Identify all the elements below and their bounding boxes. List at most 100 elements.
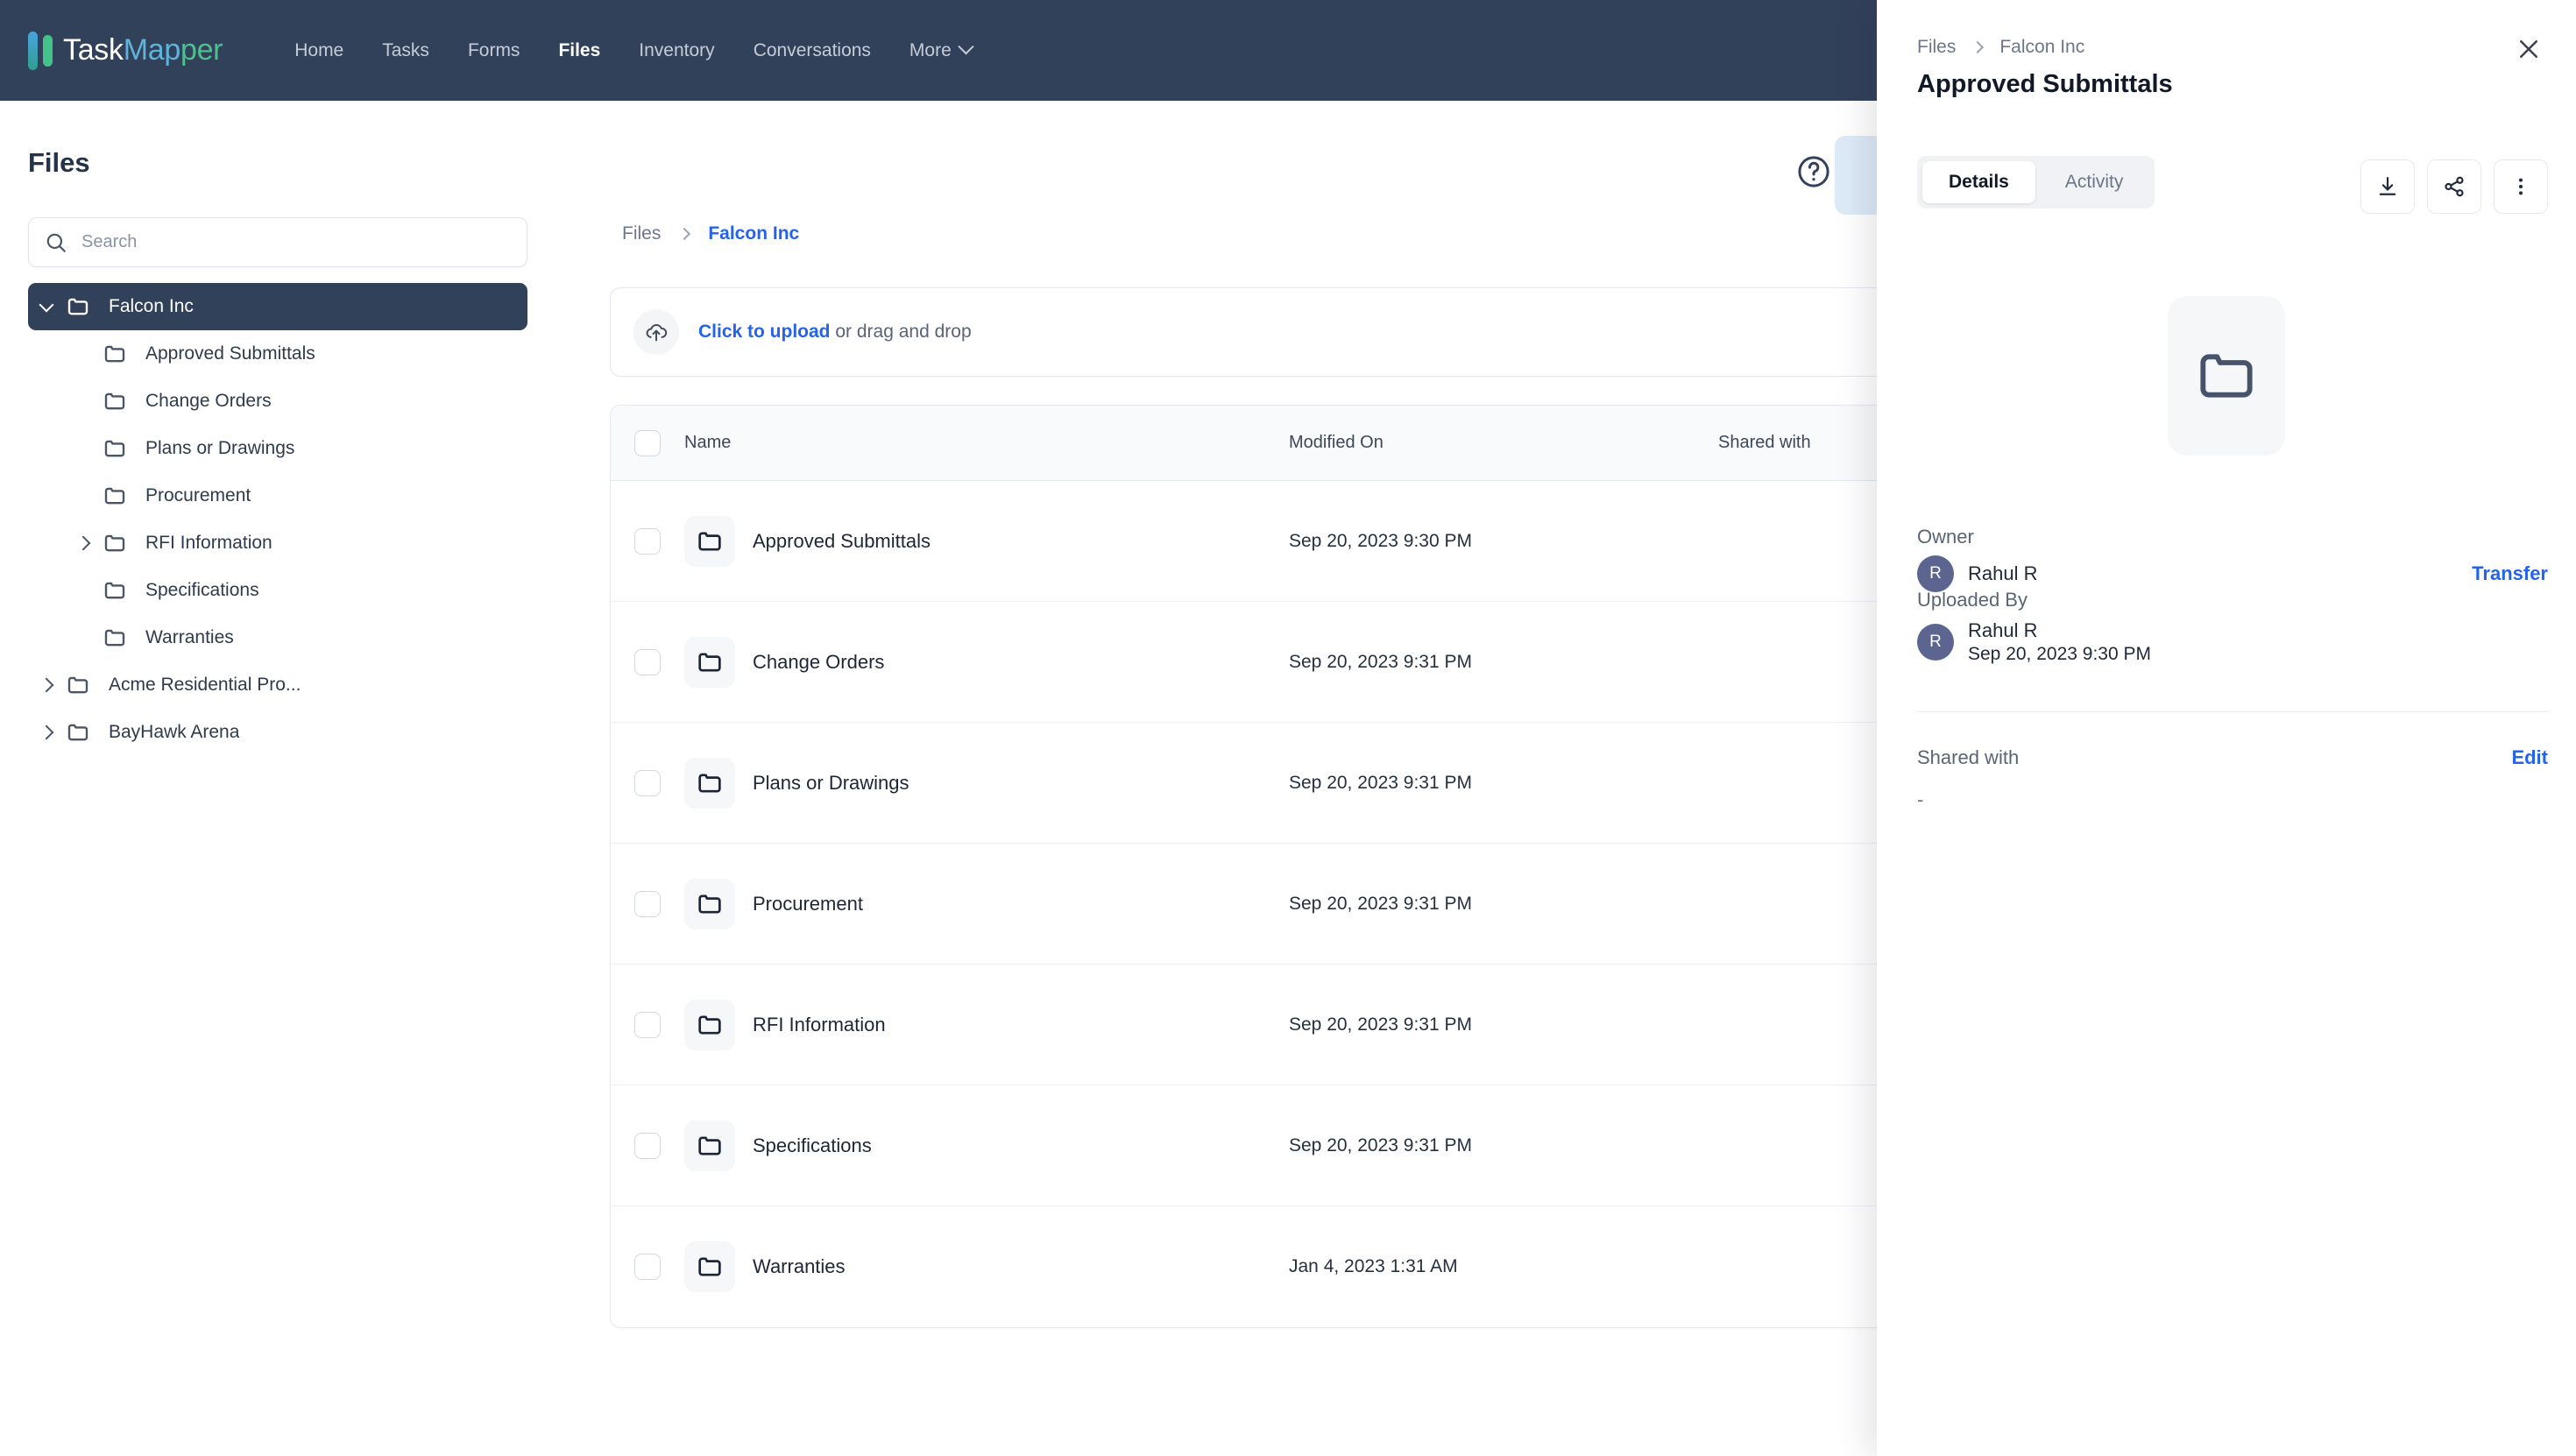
- tree-caret-slot[interactable]: [65, 535, 102, 551]
- help-icon[interactable]: [1795, 153, 1832, 190]
- select-all-cell: [611, 429, 684, 456]
- panel-tabs: Details Activity: [1917, 156, 2155, 209]
- row-checkbox[interactable]: [634, 1011, 661, 1038]
- breadcrumb-root[interactable]: Files: [622, 223, 661, 244]
- panel-breadcrumb-root[interactable]: Files: [1917, 37, 1956, 58]
- transfer-ownership-link[interactable]: Transfer: [2472, 562, 2548, 585]
- search-box[interactable]: [28, 217, 527, 267]
- select-all-checkbox[interactable]: [634, 429, 661, 456]
- folder-icon: [102, 341, 131, 367]
- chevron-right-icon: [1971, 40, 1985, 54]
- tree-item-falcon-inc[interactable]: Falcon Inc: [28, 283, 527, 330]
- row-select-cell: [611, 1254, 684, 1280]
- nav-item-label: Conversations: [753, 39, 871, 60]
- folder-icon: [65, 719, 95, 746]
- logo-text-map: Map: [123, 33, 181, 67]
- panel-breadcrumb: Files Falcon Inc: [1917, 37, 2084, 58]
- share-icon: [2445, 176, 2464, 197]
- tree-item-procurement[interactable]: Procurement: [28, 472, 527, 519]
- row-name-cell: Warranties: [684, 1241, 1289, 1292]
- chevron-right-icon: [75, 535, 91, 551]
- nav-item-label: More: [909, 39, 952, 60]
- share-button[interactable]: [2427, 159, 2481, 214]
- tree-item-bayhawk-arena[interactable]: BayHawk Arena: [28, 709, 527, 756]
- uploaded-by-name: Rahul R: [1968, 619, 2038, 641]
- nav-item-home[interactable]: Home: [275, 40, 363, 61]
- tree-item-acme-residential[interactable]: Acme Residential Pro...: [28, 661, 527, 709]
- download-icon: [2379, 176, 2396, 195]
- panel-breadcrumb-current[interactable]: Falcon Inc: [1999, 37, 2084, 58]
- nav-item-label: Forms: [467, 39, 520, 60]
- tree-item-change-orders[interactable]: Change Orders: [28, 378, 527, 425]
- tab-details[interactable]: Details: [1922, 161, 2035, 203]
- folder-icon: [684, 1241, 735, 1292]
- breadcrumb-current[interactable]: Falcon Inc: [708, 223, 799, 244]
- nav-item-label: Home: [294, 39, 344, 60]
- tree-item-approved-submittals[interactable]: Approved Submittals: [28, 330, 527, 378]
- chevron-right-icon: [39, 724, 54, 740]
- tree-item-rfi-information[interactable]: RFI Information: [28, 519, 527, 567]
- chevron-down-icon: [958, 39, 974, 55]
- row-checkbox[interactable]: [634, 769, 661, 796]
- row-modified-on: Jan 4, 2023 1:31 AM: [1289, 1256, 1458, 1276]
- panel-title: Approved Submittals: [1917, 70, 2173, 98]
- folder-icon: [684, 999, 735, 1050]
- tab-activity[interactable]: Activity: [2039, 161, 2150, 203]
- tree-item-plans-or-drawings[interactable]: Plans or Drawings: [28, 425, 527, 472]
- panel-action-buttons: [2360, 159, 2548, 214]
- nav-item-inventory[interactable]: Inventory: [619, 40, 733, 61]
- logo-wordmark: TaskMapper: [63, 33, 223, 67]
- row-modified-on: Sep 20, 2023 9:31 PM: [1289, 651, 1472, 672]
- row-checkbox[interactable]: [634, 1254, 661, 1280]
- row-checkbox[interactable]: [634, 890, 661, 917]
- close-icon[interactable]: [2509, 30, 2548, 68]
- nav-item-label: Inventory: [639, 39, 715, 60]
- row-name-label: Change Orders: [753, 650, 885, 673]
- row-checkbox[interactable]: [634, 527, 661, 555]
- row-name-label: Specifications: [753, 1134, 872, 1156]
- folder-icon: [102, 483, 131, 509]
- row-modified-on: Sep 20, 2023 9:31 PM: [1289, 1134, 1472, 1156]
- column-header-modified-on[interactable]: Modified On: [1289, 433, 1718, 453]
- row-name-label: Procurement: [753, 892, 863, 915]
- more-options-button[interactable]: [2494, 159, 2548, 214]
- nav-items: Home Tasks Forms Files Inventory Convers…: [275, 39, 991, 61]
- download-button[interactable]: [2360, 159, 2415, 214]
- tree-item-label: Change Orders: [145, 391, 272, 411]
- tree-item-label: Plans or Drawings: [145, 438, 295, 458]
- folder-icon: [102, 577, 131, 604]
- tree-caret-slot[interactable]: [28, 677, 65, 693]
- nav-item-tasks[interactable]: Tasks: [363, 40, 449, 61]
- tree-caret-slot[interactable]: [28, 297, 65, 315]
- row-modified-on: Sep 20, 2023 9:31 PM: [1289, 893, 1472, 914]
- nav-item-forms[interactable]: Forms: [449, 40, 540, 61]
- edit-sharing-link[interactable]: Edit: [2511, 746, 2548, 769]
- row-name-cell: Specifications: [684, 1120, 1289, 1171]
- folder-icon: [684, 878, 735, 929]
- column-header-name[interactable]: Name: [684, 433, 1289, 453]
- row-select-cell: [611, 769, 684, 796]
- row-checkbox[interactable]: [634, 648, 661, 675]
- file-details-panel: Files Falcon Inc Approved Submittals Det…: [1877, 0, 2576, 1456]
- search-input[interactable]: [80, 231, 511, 253]
- folder-icon: [102, 625, 131, 651]
- folder-tree: Falcon Inc Approved Submittals Change Or…: [28, 283, 527, 756]
- breadcrumb: Files Falcon Inc: [622, 223, 799, 244]
- tree-caret-slot[interactable]: [28, 724, 65, 740]
- folder-icon: [102, 530, 131, 556]
- tree-item-specifications[interactable]: Specifications: [28, 567, 527, 614]
- tree-item-warranties[interactable]: Warranties: [28, 614, 527, 661]
- search-icon: [46, 233, 66, 252]
- app-logo[interactable]: TaskMapper: [28, 31, 223, 70]
- chevron-down-icon: [39, 297, 54, 312]
- tree-item-label: Falcon Inc: [109, 296, 194, 316]
- click-to-upload-link[interactable]: Click to upload: [698, 322, 831, 342]
- row-checkbox[interactable]: [634, 1132, 661, 1159]
- tree-item-label: Approved Submittals: [145, 343, 315, 364]
- logo-text-per: per: [180, 33, 223, 67]
- panel-divider: [1917, 711, 2548, 712]
- nav-item-more[interactable]: More: [890, 39, 991, 61]
- folder-icon: [684, 636, 735, 688]
- nav-item-files[interactable]: Files: [539, 40, 619, 61]
- nav-item-conversations[interactable]: Conversations: [734, 40, 890, 61]
